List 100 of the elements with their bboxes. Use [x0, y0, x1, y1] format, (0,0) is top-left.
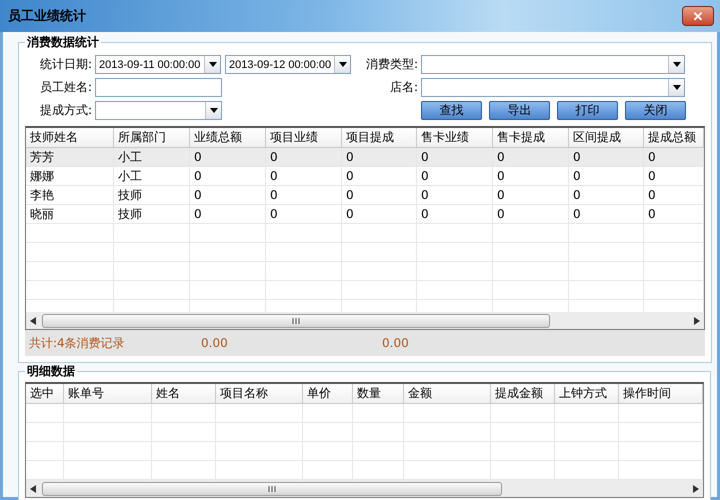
column-header[interactable]: 售卡提成: [493, 128, 569, 148]
commission-dropdown[interactable]: [95, 101, 222, 120]
store-dropdown[interactable]: [421, 78, 685, 97]
table-cell: 0: [644, 186, 704, 205]
table-cell: 0: [493, 186, 569, 205]
empty-cell: [353, 442, 404, 461]
column-header[interactable]: 账单号: [64, 384, 152, 404]
field-label: 统计日期:: [38, 56, 93, 73]
table-cell: 0: [569, 148, 644, 167]
column-header[interactable]: 提成金额: [491, 384, 555, 404]
scrollbar-thumb[interactable]: [42, 314, 550, 328]
empty-cell: [353, 423, 404, 442]
column-header[interactable]: 区间提成: [569, 128, 644, 148]
table-cell: 0: [569, 205, 644, 224]
action-button[interactable]: 查找: [421, 101, 482, 120]
dropdown-arrow-icon: [672, 85, 680, 90]
column-header[interactable]: 项目名称: [216, 384, 303, 404]
date-from-field[interactable]: 2013-09-11 00:00:00: [95, 55, 221, 74]
column-header[interactable]: 选中: [26, 384, 64, 404]
action-button[interactable]: 关闭: [625, 101, 686, 120]
table-cell: 0: [417, 148, 493, 167]
scroll-right-icon: [694, 316, 700, 324]
empty-cell: [303, 404, 353, 423]
empty-cell: [644, 243, 704, 262]
grip-icon: [292, 318, 300, 324]
column-header[interactable]: 技师姓名: [26, 128, 114, 148]
dropdown-arrow-icon: [338, 62, 346, 67]
empty-cell: [491, 423, 555, 442]
table-cell: 晓丽: [26, 205, 114, 224]
table-cell: 0: [644, 167, 704, 186]
group-title: 消费数据统计: [26, 34, 100, 51]
column-header[interactable]: 项目业绩: [266, 128, 342, 148]
column-header[interactable]: 提成总额: [644, 128, 704, 148]
action-button[interactable]: 导出: [489, 101, 550, 120]
table-cell: 0: [417, 186, 493, 205]
table-cell: 0: [569, 167, 644, 186]
table-cell: 0: [266, 167, 342, 186]
scroll-left-icon: [30, 316, 36, 324]
column-header[interactable]: 姓名: [152, 384, 216, 404]
table-row[interactable]: 李艳 技师 0 0 0 0 0 0 0: [26, 186, 704, 205]
table-cell: 0: [266, 148, 342, 167]
table-cell: 0: [493, 148, 569, 167]
empty-cell: [644, 262, 704, 281]
window-title: 员工业绩统计: [8, 8, 86, 25]
table-cell: 娜娜: [26, 167, 114, 186]
scrollbar-thumb[interactable]: [42, 482, 502, 496]
empty-cell: [644, 281, 704, 300]
totals-value: 0.00: [201, 336, 229, 350]
table-cell: 0: [190, 205, 266, 224]
empty-cell: [303, 442, 353, 461]
table-cell: 0: [342, 186, 417, 205]
table-cell: 0: [342, 148, 417, 167]
table-cell: 0: [266, 186, 342, 205]
empty-cell: [555, 442, 619, 461]
table-cell: 0: [644, 205, 704, 224]
dropdown-arrow-icon: [210, 108, 218, 113]
dropdown-arrow-icon: [672, 62, 680, 67]
column-header[interactable]: 业绩总额: [190, 128, 266, 148]
table-cell: 0: [266, 205, 342, 224]
empty-cell: [26, 442, 64, 461]
column-header[interactable]: 金额: [404, 384, 491, 404]
table-row[interactable]: 芳芳 小工 0 0 0 0 0 0 0: [26, 148, 704, 167]
horizontal-scrollbar[interactable]: [26, 312, 704, 329]
column-header[interactable]: 上钟方式: [555, 384, 619, 404]
table-cell: 小工: [114, 167, 190, 186]
type-dropdown[interactable]: [421, 55, 685, 74]
table-cell: 0: [190, 167, 266, 186]
table-cell: 0: [342, 167, 417, 186]
column-header[interactable]: 单价: [303, 384, 353, 404]
empty-cell: [303, 423, 353, 442]
column-header[interactable]: 所属部门: [114, 128, 190, 148]
table-row[interactable]: 娜娜 小工 0 0 0 0 0 0 0: [26, 167, 704, 186]
table-cell: 小工: [114, 148, 190, 167]
table-cell: 0: [190, 186, 266, 205]
date-to-field[interactable]: 2013-09-12 00:00:00: [225, 55, 351, 74]
table-cell: 0: [190, 148, 266, 167]
name-input[interactable]: [95, 78, 222, 97]
column-header[interactable]: 项目提成: [342, 128, 417, 148]
horizontal-scrollbar[interactable]: [26, 480, 703, 497]
empty-cell: [491, 404, 555, 423]
field-label: 消费类型:: [364, 56, 419, 73]
scroll-left-icon: [30, 484, 36, 492]
table-cell: 0: [493, 167, 569, 186]
column-header[interactable]: 操作时间: [619, 384, 703, 404]
group-title: 明细数据: [26, 363, 76, 380]
table-cell: 技师: [114, 205, 190, 224]
table-row[interactable]: 晓丽 技师 0 0 0 0 0 0 0: [26, 205, 704, 224]
field-label: 提成方式:: [38, 102, 93, 119]
column-header[interactable]: 数量: [353, 384, 404, 404]
action-button[interactable]: 打印: [557, 101, 618, 120]
grip-icon: [268, 486, 276, 492]
empty-cell: [26, 423, 64, 442]
table-cell: 0: [417, 205, 493, 224]
empty-cell: [26, 404, 64, 423]
column-header[interactable]: 售卡业绩: [417, 128, 493, 148]
field-label: 店名:: [388, 79, 419, 96]
empty-cell: [555, 423, 619, 442]
table-cell: 李艳: [26, 186, 114, 205]
table-cell: 0: [644, 148, 704, 167]
empty-cell: [491, 442, 555, 461]
